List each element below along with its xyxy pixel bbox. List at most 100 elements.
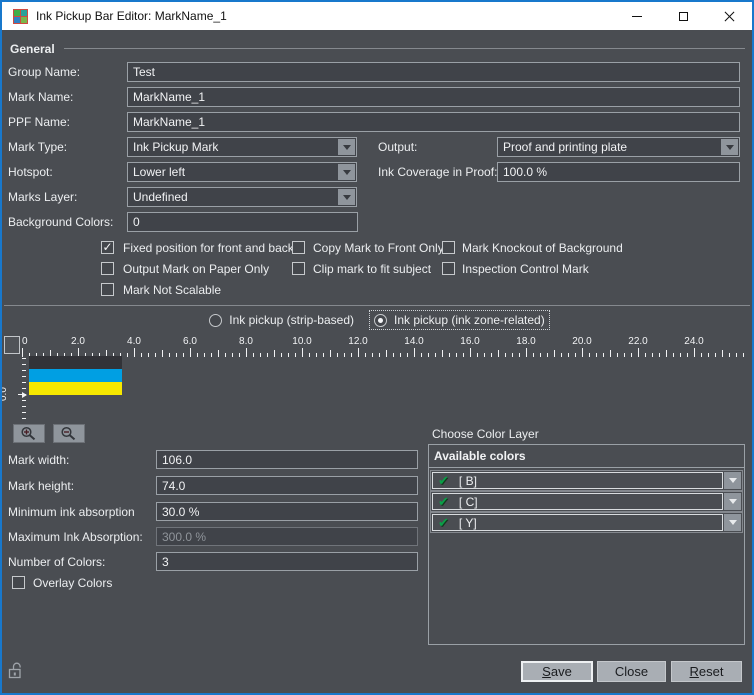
mark-type-value: Ink Pickup Mark: [133, 140, 218, 154]
hotspot-select[interactable]: Lower left: [127, 162, 357, 182]
minimize-button[interactable]: [614, 2, 660, 30]
zoom-out-icon: [60, 426, 78, 441]
color-bar-yellow: [29, 382, 122, 395]
checkbox-clip[interactable]: [292, 262, 305, 275]
maximize-button[interactable]: [660, 2, 706, 30]
general-section-line: [64, 48, 745, 49]
checkbox-clip-label: Clip mark to fit subject: [313, 262, 431, 276]
marks-layer-select[interactable]: Undefined: [127, 187, 357, 207]
color-combo-b[interactable]: ✔ [ B]: [432, 472, 723, 489]
checkbox-knockout-label: Mark Knockout of Background: [462, 241, 623, 255]
color-layer-row-y[interactable]: ✔ [ Y]: [430, 512, 743, 533]
mark-name-input[interactable]: MarkName_1: [127, 87, 740, 107]
checkbox-copy-front-label: Copy Mark to Front Only: [313, 241, 444, 255]
zoom-in-icon: [20, 426, 38, 441]
checkbox-fixed-position[interactable]: [101, 241, 114, 254]
min-ink-absorption-input[interactable]: 30.0 %: [156, 502, 418, 521]
horizontal-ruler: 02.04.06.08.010.012.014.016.018.020.022.…: [22, 336, 750, 357]
radio-icon: [209, 314, 222, 327]
close-button-footer[interactable]: Close: [597, 661, 666, 682]
chevron-down-icon[interactable]: [724, 472, 741, 489]
close-button[interactable]: [706, 2, 752, 30]
mark-type-label: Mark Type:: [8, 137, 67, 157]
checkbox-paper-only-label: Output Mark on Paper Only: [123, 262, 269, 276]
radio-strip-label: Ink pickup (strip-based): [229, 313, 354, 327]
checkbox-copy-front[interactable]: [292, 241, 305, 254]
chevron-down-icon[interactable]: [724, 493, 741, 510]
radio-zone-label: Ink pickup (ink zone-related): [394, 313, 545, 327]
mark-height-label: Mark height:: [8, 476, 74, 496]
chevron-down-icon[interactable]: [338, 189, 355, 205]
save-button[interactable]: Save: [521, 661, 593, 682]
zoom-in-button[interactable]: [13, 424, 45, 443]
ruler-origin-arrow-icon: [22, 392, 27, 398]
checkbox-knockout[interactable]: [442, 241, 455, 254]
chevron-down-icon[interactable]: [721, 139, 738, 155]
background-colors-input[interactable]: 0: [127, 212, 358, 232]
zoom-out-button[interactable]: [53, 424, 85, 443]
choose-color-layer-title: Choose Color Layer: [432, 424, 539, 444]
color-combo-label: [ C]: [459, 495, 478, 509]
checkbox-inspection[interactable]: [442, 262, 455, 275]
group-name-label: Group Name:: [8, 62, 80, 82]
close-icon: [724, 11, 735, 22]
reset-button-label: Reset: [672, 662, 741, 681]
radio-ink-pickup-strip[interactable]: Ink pickup (strip-based): [204, 310, 359, 330]
check-icon: ✔: [438, 516, 449, 529]
app-icon: [13, 9, 28, 24]
color-combo-y[interactable]: ✔ [ Y]: [432, 514, 723, 531]
color-layer-row-b[interactable]: ✔ [ B]: [430, 470, 743, 491]
checkbox-paper-only[interactable]: [101, 262, 114, 275]
check-icon: ✔: [438, 495, 449, 508]
checkbox-not-scalable[interactable]: [101, 283, 114, 296]
max-ink-absorption-input: 300.0 %: [156, 527, 418, 546]
checkbox-overlay-colors[interactable]: [12, 576, 25, 589]
ink-coverage-input[interactable]: 100.0 %: [497, 162, 740, 182]
available-colors-header: Available colors: [434, 449, 526, 463]
mark-name-label: Mark Name:: [8, 87, 73, 107]
ink-coverage-label: Ink Coverage in Proof:: [378, 162, 497, 182]
ruler-corner-box: [4, 336, 20, 354]
preview-bars: [29, 356, 122, 395]
radio-icon: [374, 314, 387, 327]
mark-type-select[interactable]: Ink Pickup Mark: [127, 137, 357, 157]
group-name-input[interactable]: Test: [127, 62, 740, 82]
number-of-colors-label: Number of Colors:: [8, 552, 105, 572]
reset-button[interactable]: Reset: [671, 661, 742, 682]
output-value: Proof and printing plate: [503, 140, 627, 154]
color-combo-label: [ Y]: [459, 516, 477, 530]
ppf-name-label: PPF Name:: [8, 112, 70, 132]
save-button-label: Save: [523, 663, 591, 680]
checkbox-overlay-colors-label: Overlay Colors: [33, 576, 112, 590]
checkbox-inspection-label: Inspection Control Mark: [462, 262, 589, 276]
unlock-icon[interactable]: [8, 660, 24, 679]
hotspot-label: Hotspot:: [8, 162, 53, 182]
available-colors-panel: Available colors ✔ [ B] ✔ [ C] ✔ [ Y]: [428, 444, 745, 645]
background-colors-label: Background Colors:: [8, 212, 113, 232]
output-label: Output:: [378, 137, 417, 157]
color-combo-c[interactable]: ✔ [ C]: [432, 493, 723, 510]
radio-ink-pickup-zone[interactable]: Ink pickup (ink zone-related): [369, 310, 550, 330]
mark-width-label: Mark width:: [8, 450, 69, 470]
chevron-down-icon[interactable]: [338, 164, 355, 180]
close-button-label: Close: [598, 662, 665, 681]
number-of-colors-input[interactable]: 3: [156, 552, 418, 571]
output-select[interactable]: Proof and printing plate: [497, 137, 740, 157]
marks-layer-label: Marks Layer:: [8, 187, 77, 207]
pickup-mode-radio-group: Ink pickup (strip-based) Ink pickup (ink…: [2, 308, 752, 332]
color-combo-label: [ B]: [459, 474, 477, 488]
checkbox-fixed-position-label: Fixed position for front and back: [123, 241, 294, 255]
check-icon: ✔: [438, 474, 449, 487]
color-layer-row-c[interactable]: ✔ [ C]: [430, 491, 743, 512]
ppf-name-input[interactable]: MarkName_1: [127, 112, 740, 132]
minimize-icon: [632, 16, 642, 17]
window-controls: [614, 2, 752, 30]
titlebar[interactable]: Ink Pickup Bar Editor: MarkName_1: [2, 2, 752, 30]
min-ink-absorption-label: Minimum ink absorption: [8, 502, 135, 522]
vertical-ruler-ticks: [16, 358, 26, 426]
mark-width-input[interactable]: 106.0: [156, 450, 418, 469]
mark-height-input[interactable]: 74.0: [156, 476, 418, 495]
chevron-down-icon[interactable]: [724, 514, 741, 531]
maximize-icon: [679, 12, 688, 21]
chevron-down-icon[interactable]: [338, 139, 355, 155]
